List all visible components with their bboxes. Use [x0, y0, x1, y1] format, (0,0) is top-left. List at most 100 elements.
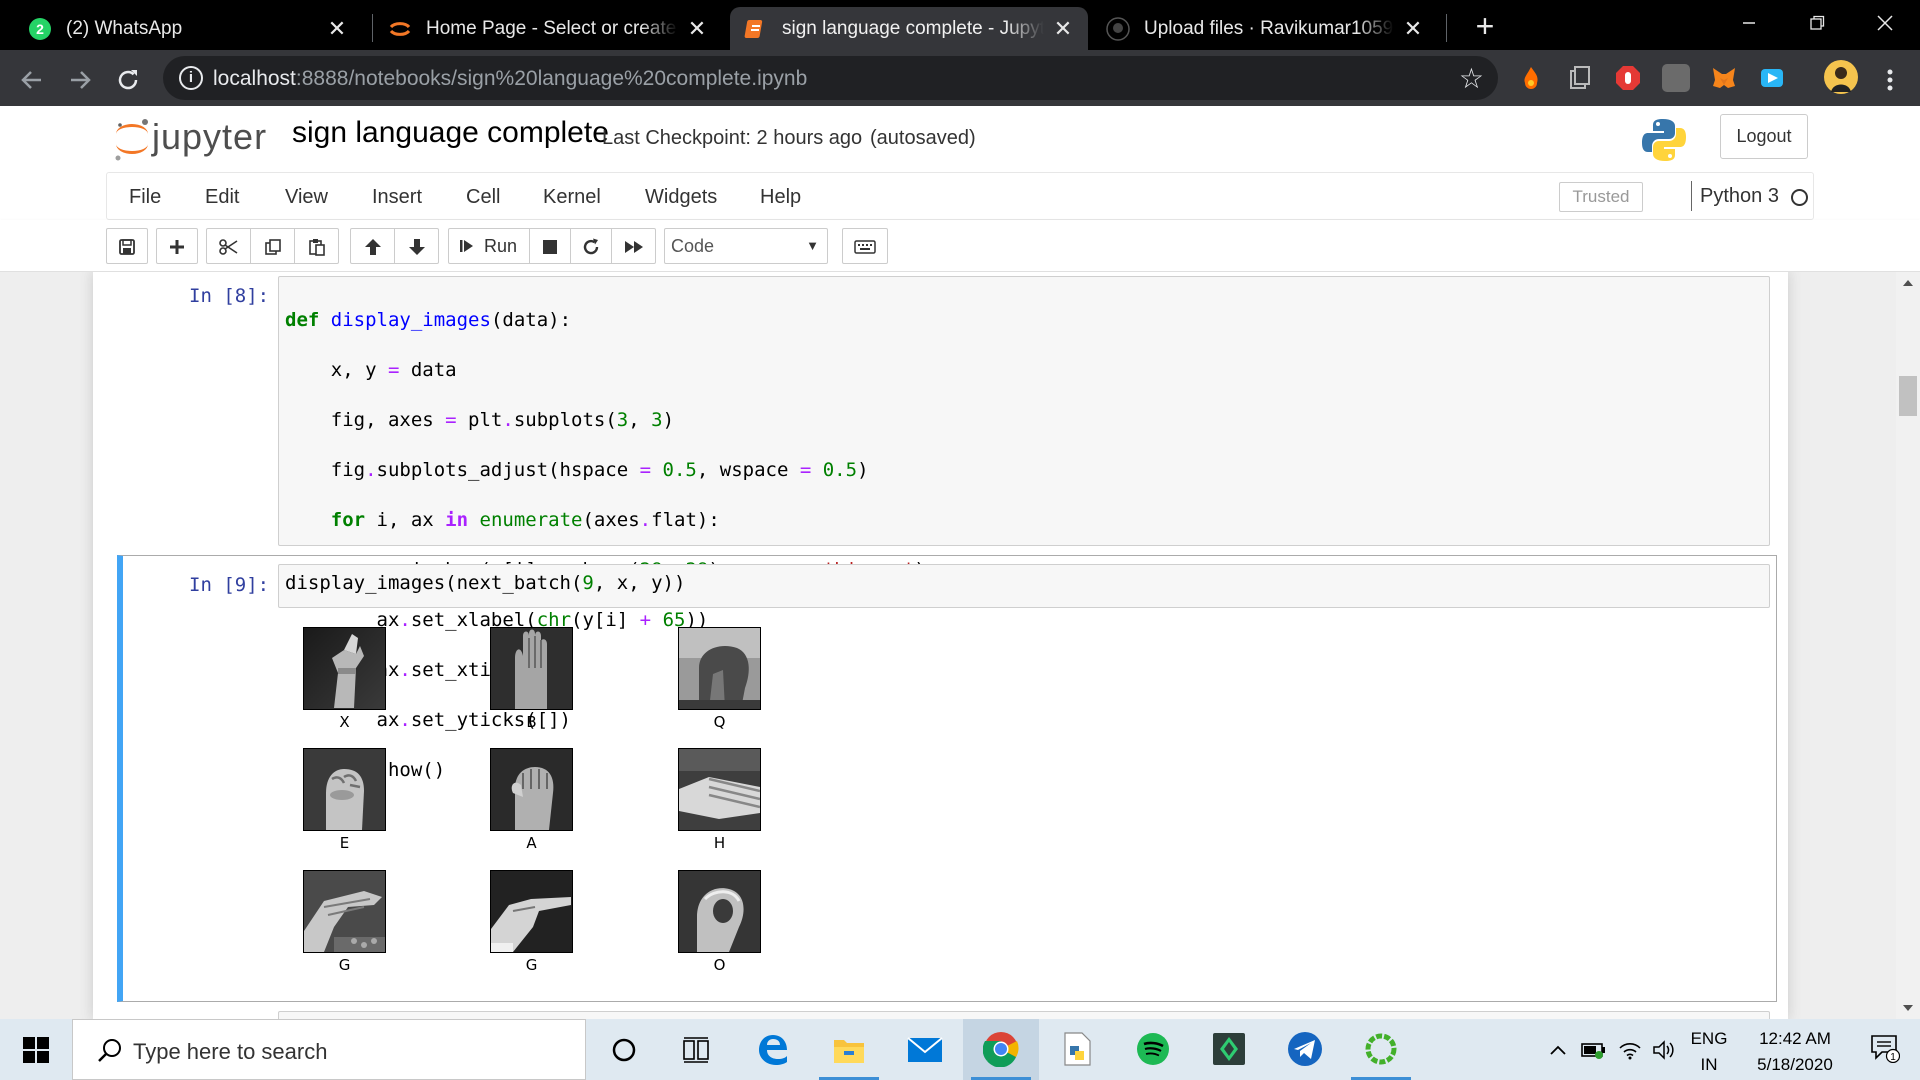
extension-fire-icon[interactable]: [1517, 64, 1545, 92]
cut-button[interactable]: [206, 228, 251, 264]
restart-icon: [583, 238, 599, 255]
minimize-icon[interactable]: [1714, 0, 1784, 44]
notification-count: 1: [1890, 1052, 1896, 1063]
extension-gray-icon[interactable]: [1662, 64, 1690, 92]
extension-metamask-icon[interactable]: [1710, 64, 1738, 92]
volume-icon[interactable]: [1648, 1019, 1680, 1080]
site-info-icon[interactable]: i: [179, 66, 203, 90]
reload-icon[interactable]: [110, 60, 146, 96]
window-close-icon[interactable]: [1850, 0, 1920, 44]
spotify-icon[interactable]: [1115, 1019, 1191, 1080]
system-clock[interactable]: 12:42 AM 5/18/2020: [1740, 1026, 1850, 1078]
cortana-icon[interactable]: [586, 1019, 662, 1080]
edge-icon[interactable]: [735, 1019, 811, 1080]
move-up-button[interactable]: [350, 228, 395, 264]
tab-jupyter-home[interactable]: Home Page - Select or create a notebook …: [374, 7, 722, 50]
code-line: fig.subplots_adjust(hspace = 0.5, wspace…: [285, 459, 869, 481]
code-cell-input[interactable]: display_images(next_batch(9, x, y)): [278, 564, 1770, 608]
bookmark-star-icon[interactable]: ☆: [1459, 62, 1484, 95]
paste-button[interactable]: [294, 228, 339, 264]
url-text[interactable]: localhost:8888/notebooks/sign%20language…: [213, 67, 807, 91]
menu-insert[interactable]: Insert: [372, 186, 422, 209]
trusted-indicator[interactable]: Trusted: [1559, 182, 1643, 212]
address-bar[interactable]: i localhost:8888/notebooks/sign%20langua…: [163, 56, 1498, 100]
jupyter-logo[interactable]: jupyter: [112, 116, 272, 162]
tab-close-icon[interactable]: ✕: [326, 16, 348, 42]
menu-edit[interactable]: Edit: [205, 186, 239, 209]
forward-icon[interactable]: [62, 60, 98, 96]
menu-cell[interactable]: Cell: [466, 186, 500, 209]
restore-icon[interactable]: [1782, 0, 1852, 44]
scroll-up-icon[interactable]: [1903, 280, 1913, 286]
scrollbar-thumb[interactable]: [1899, 376, 1917, 416]
extension-share-icon[interactable]: [1758, 64, 1786, 92]
sign-image-a: [490, 748, 573, 831]
save-button[interactable]: [106, 228, 148, 264]
back-icon[interactable]: [14, 60, 50, 96]
clock-time: 12:42 AM: [1759, 1029, 1831, 1048]
next-cell-input[interactable]: [278, 1011, 1770, 1019]
sign-image-g-1: [303, 870, 386, 953]
tab-close-icon[interactable]: ✕: [1052, 16, 1074, 42]
save-icon: [119, 239, 135, 256]
browser-menu-icon[interactable]: [1872, 60, 1908, 96]
code-line: fig, axes = plt.subplots(3, 3): [285, 409, 675, 431]
keyboard-icon: [854, 240, 876, 254]
arrow-down-icon: [408, 239, 425, 256]
notification-center-icon[interactable]: 1: [1856, 1019, 1916, 1080]
run-button[interactable]: Run: [448, 228, 530, 264]
new-tab-button[interactable]: +: [1467, 8, 1503, 44]
autosave-status: (autosaved): [870, 127, 976, 149]
cell-prompt: In [8]:: [189, 285, 270, 307]
tab-github-upload[interactable]: Upload files · Ravikumar10593-hub ✕: [1092, 7, 1438, 50]
taskbar-search-input[interactable]: Type here to search: [72, 1019, 586, 1080]
move-down-button[interactable]: [394, 228, 439, 264]
cell-type-value: Code: [671, 236, 715, 256]
extension-adblock-icon[interactable]: [1614, 64, 1642, 92]
notebook-name[interactable]: sign language complete: [292, 116, 609, 150]
restart-button[interactable]: [570, 228, 612, 264]
cell-type-select[interactable]: Code ▼: [664, 228, 828, 264]
scroll-down-icon[interactable]: [1903, 1005, 1913, 1011]
code-line: for i, ax in enumerate(axes.flat):: [330, 509, 720, 531]
jupyter-green-icon[interactable]: [1343, 1019, 1419, 1080]
code-cell-input[interactable]: def display_images(data): x, y = data fi…: [278, 276, 1770, 781]
tab-close-icon[interactable]: ✕: [1402, 16, 1424, 42]
chrome-icon[interactable]: [963, 1019, 1039, 1080]
copy-icon: [264, 239, 281, 256]
input-language[interactable]: ENG IN: [1684, 1026, 1734, 1078]
logout-button[interactable]: Logout: [1720, 114, 1808, 159]
sign-image-q: [678, 627, 761, 710]
battery-icon[interactable]: [1578, 1019, 1610, 1080]
wifi-icon[interactable]: [1614, 1019, 1646, 1080]
telegram-icon[interactable]: [1267, 1019, 1343, 1080]
mail-icon[interactable]: [887, 1019, 963, 1080]
tab-close-icon[interactable]: ✕: [686, 16, 708, 42]
extension-copy-icon[interactable]: [1566, 64, 1594, 92]
restart-run-all-button[interactable]: [611, 228, 656, 264]
jupyter-logo-icon: [115, 119, 148, 161]
menu-kernel[interactable]: Kernel: [543, 186, 601, 209]
interrupt-button[interactable]: [529, 228, 571, 264]
page-scrollbar[interactable]: [1896, 272, 1920, 1019]
menu-help[interactable]: Help: [760, 186, 801, 209]
command-palette-button[interactable]: [842, 228, 888, 264]
menu-file[interactable]: File: [129, 186, 161, 209]
tab-whatsapp[interactable]: 2 (2) WhatsApp ✕: [14, 7, 362, 50]
insert-cell-button[interactable]: [156, 228, 198, 264]
sign-image-x: [303, 627, 386, 710]
profile-avatar[interactable]: [1824, 60, 1858, 94]
menu-view[interactable]: View: [285, 186, 328, 209]
tray-chevron-up-icon[interactable]: [1542, 1019, 1574, 1080]
python-file-icon[interactable]: [1039, 1019, 1115, 1080]
task-view-icon[interactable]: [658, 1019, 734, 1080]
start-button[interactable]: [0, 1019, 72, 1080]
app-green-icon[interactable]: [1191, 1019, 1267, 1080]
file-explorer-icon[interactable]: [811, 1019, 887, 1080]
copy-button[interactable]: [250, 228, 295, 264]
windows-taskbar: Type here to search ENG IN 12:42 AM 5/18…: [0, 1019, 1920, 1080]
jupyter-icon: [388, 17, 412, 41]
image-label: G: [338, 956, 351, 974]
tab-notebook-active[interactable]: sign language complete - Jupyter Noteboo…: [730, 7, 1088, 50]
menu-widgets[interactable]: Widgets: [645, 186, 717, 209]
